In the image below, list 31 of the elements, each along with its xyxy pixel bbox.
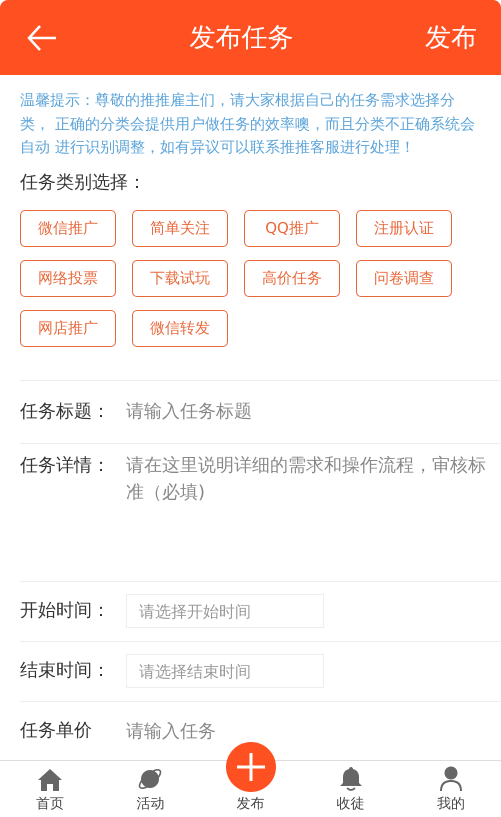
category-tag[interactable]: 微信转发 — [132, 310, 228, 346]
category-tag[interactable]: 下载试玩 — [132, 260, 228, 296]
field-label: 任务详情： — [20, 454, 111, 478]
home-icon — [37, 768, 64, 792]
publish-button[interactable]: 发布 — [425, 20, 477, 55]
date-field[interactable]: 请选择结束时间 — [126, 654, 324, 688]
category-tag[interactable]: 微信推广 — [20, 210, 116, 246]
category-tag[interactable]: 简单关注 — [132, 210, 228, 246]
category-tag[interactable]: 问卷调查 — [356, 260, 452, 296]
category-tag[interactable]: QQ推广 — [244, 210, 340, 246]
tab-item[interactable]: 我的 — [400, 761, 501, 817]
tab-item[interactable]: 首页 — [0, 761, 100, 817]
category-tag[interactable]: 注册认证 — [356, 210, 452, 246]
field-label: 开始时间： — [20, 599, 111, 623]
tab-item[interactable]: 活动 — [100, 761, 200, 817]
notice-text: 温馨提示：尊敬的推推雇主们，请大家根据自己的任务需求选择分类， 正确的分类会提供用户做任务的效率噢，而且分类不正确系统会自动 进行识别调整，如有异议可以联系推推客服进行处理！ — [19, 90, 476, 158]
field-label: 任务标题： — [20, 400, 111, 424]
category-label: 任务类别选择： — [20, 170, 147, 194]
date-field[interactable]: 请选择开始时间 — [126, 594, 324, 628]
input-field[interactable]: 请输入任务 — [126, 720, 456, 742]
page-title: 发布任务 — [190, 22, 294, 55]
input-field[interactable]: 请输入任务标题 — [126, 401, 456, 422]
category-tag[interactable]: 网络投票 — [20, 260, 116, 296]
field-label: 结束时间： — [20, 659, 111, 683]
category-tag[interactable]: 高价任务 — [244, 260, 340, 296]
field-label: 任务单价 — [20, 719, 93, 743]
person-icon — [438, 766, 463, 792]
tab-item[interactable]: 收徒 — [300, 761, 401, 817]
bell-icon — [338, 766, 364, 792]
category-tag[interactable]: 网店推广 — [20, 310, 116, 346]
tab-item[interactable]: 发布 — [200, 743, 301, 817]
